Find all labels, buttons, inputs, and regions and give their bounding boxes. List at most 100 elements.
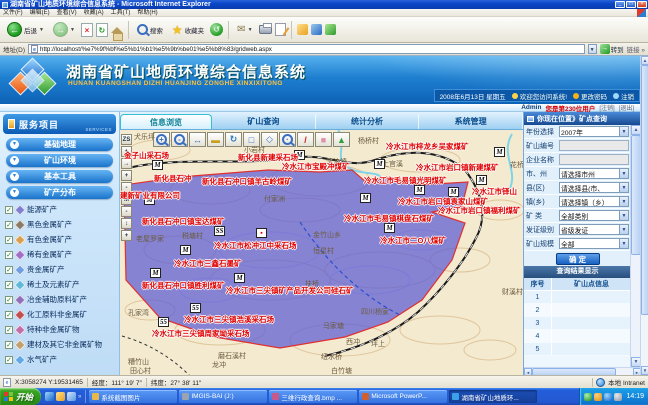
layer-item-3[interactable]: 稀有金属矿产 [0,247,119,262]
mine-label[interactable]: 新化县石冲口镇宝达煤矿 [142,216,225,227]
mine-label[interactable]: 冷水江市毛易镇光明煤矿 [364,175,447,186]
map-canvas[interactable]: +-↔▬↻□◇·/■▲ ZS+→+-M-↕+ 犬乐坪杨桥村小岩村渣渡镇上官溪花桥… [120,130,523,375]
layer-checkbox[interactable] [5,311,13,319]
page-scrollbar[interactable]: ▲ ▼ [640,56,648,375]
address-input[interactable]: e http://localhost/%e7%9f%bf%e5%b1%b1%e5… [28,44,585,54]
dropdown-arrow-icon[interactable] [619,127,628,136]
maximize-button[interactable]: □ [626,1,636,8]
layer-item-5[interactable]: 稀土及元素矿产 [0,277,119,292]
change-password-link[interactable]: 更改密码 [573,91,607,101]
mine-label[interactable]: 冷水江市宝殿冲煤矿 [282,161,350,172]
mine-marker[interactable]: M [180,245,191,255]
tab-3[interactable]: 系统管理 [419,114,523,129]
dropdown-arrow-icon[interactable] [619,211,628,220]
start-button[interactable]: 开始 [0,388,41,405]
refresh-icon[interactable]: ↻ [225,132,242,147]
mine-marker[interactable]: ▪ [256,228,267,238]
volume-icon[interactable] [614,393,622,401]
mine-label[interactable]: 新化县石冲口镇羊古岭煤矿 [202,176,292,187]
back-dropdown-icon[interactable]: ▼ [39,27,44,33]
field-select[interactable]: 省级发证 [559,224,629,235]
tab-1[interactable]: 矿山查询 [212,114,316,129]
history-button[interactable]: ↺ [210,23,223,36]
results-vertical-scrollbar[interactable]: ▲ ▼ [630,125,640,367]
mine-marker[interactable]: M [374,159,385,169]
map-nav-button-6[interactable]: - [121,206,132,217]
mine-label[interactable]: 冷水江市毛易镇棋盘石煤矿 [344,213,434,224]
layer-item-7[interactable]: 化工原料非金属矿 [0,307,119,322]
address-dropdown-icon[interactable]: ▼ [588,44,597,54]
home-button[interactable] [111,27,123,33]
task-button-2[interactable]: 三维行政查询.bmp ... [269,390,357,403]
layer-checkbox[interactable] [5,266,13,274]
back-button[interactable]: ← 后退 ▼ [4,19,47,41]
mine-marker[interactable]: 55 [158,317,169,327]
field-select[interactable]: 请选择镇（乡） [559,196,629,207]
map-nav-button-3[interactable]: + [121,170,132,181]
task-button-3[interactable]: Microsoft PowerP... [359,390,447,403]
mine-marker[interactable]: SS [214,226,225,236]
layer-item-1[interactable]: 黑色金属矿产 [0,217,119,232]
task-button-4[interactable]: 湖南省矿山地质环... [449,390,537,403]
sidebar-section-0[interactable]: ▼基础地理 [6,138,113,151]
menu-item-1[interactable]: 编辑(E) [30,9,50,17]
mine-marker[interactable]: M [234,273,245,283]
mine-label[interactable]: 冷水江市二O八煤矿 [380,235,446,246]
mine-label[interactable]: 冷水江市岩口镇福利煤矿 [438,205,521,216]
layer-checkbox[interactable] [5,251,13,259]
minimize-button[interactable]: _ [615,1,625,8]
dropdown-arrow-icon[interactable] [619,239,628,248]
mine-label[interactable]: 建新矿业有限公司 [120,190,180,201]
layer-checkbox[interactable] [5,296,13,304]
scrollbar-thumb[interactable] [641,65,648,315]
ie-quicklaunch-icon[interactable] [45,392,54,401]
discuss-tool-icon[interactable] [311,24,322,35]
mine-marker[interactable]: M [152,160,163,170]
zoom-out-icon[interactable]: - [171,132,188,147]
links-label[interactable]: 链接 » [627,44,645,54]
field-select[interactable]: 请选择县(市、 [559,182,629,193]
edit-button[interactable] [275,23,286,36]
sidebar-section-3[interactable]: ▼矿产分布 [6,186,113,199]
show-desktop-icon[interactable] [67,392,76,401]
pan-icon[interactable]: ↔ [189,132,206,147]
dropdown-arrow-icon[interactable] [619,197,628,206]
outlook-quicklaunch-icon[interactable] [56,392,65,401]
mine-label[interactable]: 冷水江市岩口镇新建煤矿 [416,162,499,173]
dropdown-arrow-icon[interactable] [619,169,628,178]
layer-item-6[interactable]: 冶金辅助原料矿产 [0,292,119,307]
task-button-0[interactable]: 系统截图图片 [89,390,177,403]
measure-icon[interactable]: ▬ [207,132,224,147]
forward-dropdown-icon[interactable]: ▼ [70,27,75,33]
result-row[interactable]: 3 [524,317,631,330]
dropdown-arrow-icon[interactable] [619,225,628,234]
layer-item-8[interactable]: 特种非金属矿物 [0,322,119,337]
close-button[interactable]: × [637,1,647,8]
field-input[interactable] [559,140,629,151]
mine-label[interactable]: 金子山采石场 [124,150,169,161]
map-nav-button-8[interactable]: + [121,230,132,241]
mine-label[interactable]: 冷水江市梓龙乡吴家煤矿 [386,141,469,152]
draw-line-icon[interactable]: / [297,132,314,147]
results-horizontal-scrollbar[interactable]: ◄ ► [524,367,641,375]
logout-link[interactable]: [注销] [599,103,614,112]
search-button[interactable]: 搜索 [134,19,166,41]
mine-marker[interactable]: M [360,193,371,203]
result-row[interactable]: 4 [524,330,631,343]
menu-item-2[interactable]: 查看(V) [57,9,77,17]
field-select[interactable]: 全部类别 [559,210,629,221]
layer-checkbox[interactable] [5,356,13,364]
go-button[interactable]: → 转到 [600,44,624,54]
result-row[interactable]: 1 [524,291,631,304]
mine-marker[interactable]: M [476,175,487,185]
menu-item-5[interactable]: 帮助(H) [137,9,157,17]
map-nav-button-0[interactable]: ZS [121,134,132,145]
quicklaunch-overflow-icon[interactable]: » [78,394,81,400]
field-input[interactable] [559,154,629,165]
dropdown-arrow-icon[interactable] [619,183,628,192]
mine-label[interactable]: 冷水江市松冲江中采石场 [214,240,297,251]
forward-button[interactable]: → ▼ [50,19,78,41]
layer-item-10[interactable]: 水气矿产 [0,352,119,367]
sidebar-section-1[interactable]: ▼矿山环境 [6,154,113,167]
field-select[interactable]: 全部 [559,238,629,249]
